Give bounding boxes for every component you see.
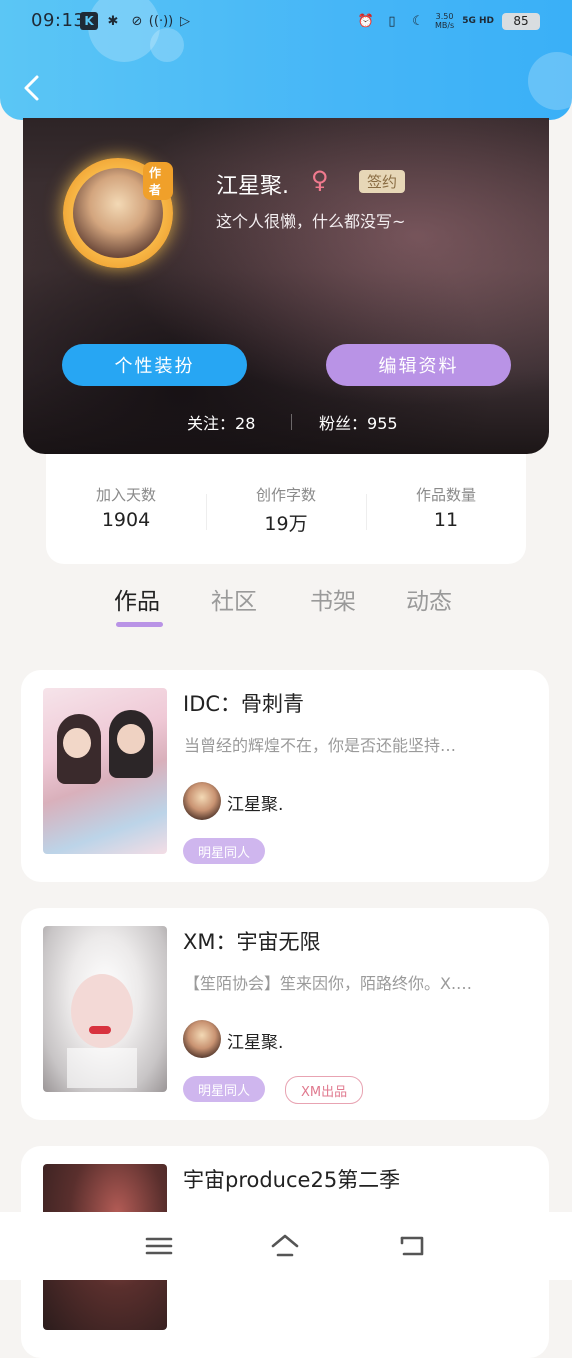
- cover-face: [63, 728, 91, 758]
- return-icon[interactable]: [398, 1232, 428, 1260]
- stat-value: 1904: [101, 509, 151, 531]
- home-icon[interactable]: [270, 1232, 300, 1260]
- tab-activity[interactable]: 动态: [406, 582, 452, 616]
- author-name: 江星聚.: [227, 1033, 284, 1053]
- dress-up-button[interactable]: 个性装扮: [62, 344, 247, 386]
- back-arrow-icon[interactable]: [20, 74, 44, 102]
- user-name: 江星聚.: [216, 174, 289, 199]
- book-cover[interactable]: [43, 926, 167, 1092]
- menu-icon[interactable]: [144, 1232, 174, 1260]
- writer-badge: 作者: [143, 162, 173, 200]
- vibrate-icon: ▯: [388, 13, 396, 29]
- stat-label: 加入天数: [95, 486, 156, 504]
- fans-count: 955: [367, 414, 398, 433]
- work-title: 宇宙produce25第二季: [183, 1168, 401, 1192]
- work-card[interactable]: XM：宇宙无限 【笙陌协会】笙来因你，陌路终你。X.… 江星聚. 明星同人 XM…: [21, 908, 549, 1120]
- battery-indicator: 85: [502, 12, 540, 30]
- active-tab-indicator: [116, 622, 163, 627]
- net-speed-unit: MB/s: [434, 21, 455, 30]
- tag-chip: 明星同人: [183, 1076, 266, 1102]
- user-bio: 这个人很懒，什么都没写~: [216, 212, 406, 231]
- cover-lips: [89, 1026, 111, 1034]
- app-k-icon: K: [80, 12, 98, 30]
- edit-profile-button[interactable]: 编辑资料: [326, 344, 511, 386]
- book-cover[interactable]: [43, 688, 167, 854]
- network-indicator: 5G HD: [462, 16, 494, 26]
- tag-chip: 明星同人: [183, 838, 266, 864]
- avatar-frame[interactable]: 作者: [63, 158, 173, 268]
- alarm-icon: ⏰: [357, 13, 375, 29]
- signed-badge: 签约: [359, 170, 406, 193]
- author-name: 江星聚.: [227, 795, 284, 815]
- work-description: 当曾经的辉煌不在，你是否还能坚持…: [184, 736, 457, 755]
- fans-stat[interactable]: 粉丝：955: [319, 410, 398, 434]
- following-label: 关注：: [187, 414, 236, 433]
- system-icons: ⏰ ▯ ☾ 3.50 MB/s 5G HD 85: [357, 12, 540, 30]
- work-description: 【笙陌协会】笙来因你，陌路终你。X.…: [184, 974, 473, 993]
- stat-word-count: 创作字数 19万: [206, 484, 366, 536]
- stat-join-days: 加入天数 1904: [46, 484, 206, 531]
- notification-icons: K ✱ ⊘ ((·)) ▷: [80, 12, 194, 30]
- top-header: 09:13 K ✱ ⊘ ((·)) ▷ ⏰ ▯ ☾ 3.50 MB/s 5G H…: [0, 0, 572, 120]
- stat-works-count: 作品数量 11: [366, 484, 526, 531]
- work-title: XM：宇宙无限: [183, 930, 321, 954]
- author-avatar: [183, 782, 221, 820]
- divider: [291, 414, 292, 430]
- fans-label: 粉丝：: [319, 414, 368, 433]
- profile-card: 作者 江星聚. ♀ 签约 这个人很懒，什么都没写~ 个性装扮 编辑资料 关注：2…: [23, 118, 549, 454]
- hotspot-icon: ((·)): [148, 13, 174, 29]
- decor-bubble: [528, 52, 572, 110]
- tab-works[interactable]: 作品: [114, 582, 160, 616]
- net-speed-value: 3.50: [435, 12, 454, 21]
- work-title: IDC：骨刺青: [183, 692, 305, 716]
- author-avatar: [183, 1020, 221, 1058]
- tag-chip: XM出品: [285, 1076, 364, 1104]
- chat-icon: ✱: [107, 13, 119, 29]
- tab-bar: 作品 社区 书架 动态: [0, 578, 572, 638]
- following-count: 28: [235, 414, 256, 433]
- status-time: 09:13: [31, 10, 86, 31]
- tab-community[interactable]: 社区: [211, 582, 257, 616]
- following-stat[interactable]: 关注：28: [187, 410, 255, 434]
- stat-value: 11: [433, 509, 459, 531]
- stats-panel: 加入天数 1904 创作字数 19万 作品数量 11: [46, 454, 526, 564]
- cover-face: [117, 724, 145, 754]
- stat-label: 作品数量: [415, 486, 476, 504]
- stat-label: 创作字数: [255, 486, 316, 504]
- net-speed: 3.50 MB/s: [435, 12, 454, 30]
- system-nav-bar: [0, 1212, 572, 1280]
- stat-value: 19万: [264, 513, 308, 535]
- female-icon: ♀: [311, 166, 329, 194]
- play-icon: ▷: [180, 13, 190, 29]
- moon-icon: ☾: [412, 13, 424, 29]
- cover-face: [71, 974, 133, 1048]
- status-bar: 09:13 K ✱ ⊘ ((·)) ▷ ⏰ ▯ ☾ 3.50 MB/s 5G H…: [0, 8, 572, 36]
- work-card[interactable]: IDC：骨刺青 当曾经的辉煌不在，你是否还能坚持… 江星聚. 明星同人: [21, 670, 549, 882]
- tab-bookshelf[interactable]: 书架: [310, 582, 356, 616]
- link-icon: ⊘: [131, 13, 143, 29]
- cover-logo: [67, 1048, 137, 1088]
